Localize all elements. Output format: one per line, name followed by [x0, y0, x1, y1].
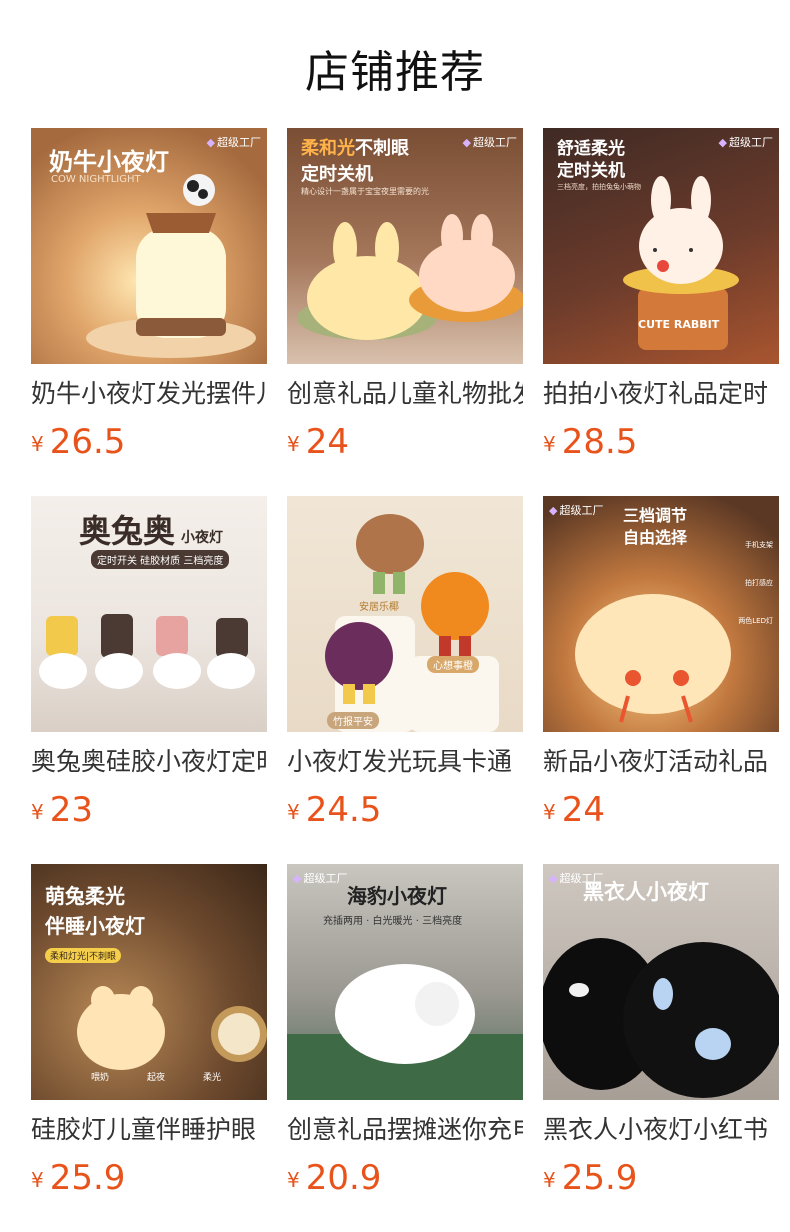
currency-symbol: ¥ [543, 800, 556, 824]
currency-symbol: ¥ [31, 1168, 44, 1192]
product-name[interactable]: 奶牛小夜灯发光摆件儿童 [31, 378, 267, 410]
product-name[interactable]: 小夜灯发光玩具卡通 [287, 746, 523, 778]
product-price: ¥25.9 [31, 1158, 267, 1204]
product-name[interactable]: 创意礼品摆摊迷你充电 [287, 1114, 523, 1146]
icon-night-waking: 起夜 [147, 1073, 166, 1083]
product-name[interactable]: 黑衣人小夜灯小红书 [543, 1114, 779, 1146]
price-value: 23 [49, 790, 93, 830]
product-image[interactable]: ◆ 超级工厂 黑衣人小夜灯 [543, 864, 779, 1100]
product-card[interactable]: ◆ 超级工厂 三档调节 自由选择 手机支架 拍打感应 两色LED灯 新品小夜灯活动… [543, 496, 779, 836]
figure-tag: 心想事橙 [427, 656, 479, 673]
figure-tag: 竹报平安 [327, 712, 379, 729]
sleepy-lamp-illustration [575, 594, 731, 723]
price-value: 20.9 [305, 1158, 382, 1198]
pot-label: CUTE RABBIT [638, 318, 720, 331]
product-card[interactable]: ◆超级工厂 奶牛小夜灯 COW NIGHTLIGHT 奶牛小夜灯发光摆件儿童 ¥… [31, 128, 267, 468]
product-price: ¥24 [287, 422, 523, 468]
currency-symbol: ¥ [287, 1168, 300, 1192]
product-image[interactable]: ◆ 超级工厂 奶牛小夜灯 COW NIGHTLIGHT [31, 128, 267, 364]
price-value: 24 [561, 790, 605, 830]
product-image[interactable]: ◆ 超级工厂 三档调节 自由选择 手机支架 拍打感应 两色LED灯 [543, 496, 779, 732]
product-image[interactable]: ◆ 超级工厂 舒适柔光 定时关机 三档亮度，拍拍兔兔小萌物 CUTE RABBIT [543, 128, 779, 364]
price-value: 24.5 [305, 790, 382, 830]
price-value: 25.9 [561, 1158, 638, 1198]
product-price: ¥23 [31, 790, 267, 836]
product-card[interactable]: ◆ 超级工厂 黑衣人小夜灯 黑衣人小夜灯小红书 ¥25.9 [543, 864, 779, 1204]
cow-lamp-illustration [86, 174, 256, 358]
product-card[interactable]: 萌兔柔光 伴睡小夜灯 柔和灯光|不刺眼 喂奶 起夜 柔光 硅胶灯儿童伴睡护眼 ¥… [31, 864, 267, 1204]
product-name[interactable]: 奥兔奥硅胶小夜灯定时 [31, 746, 267, 778]
product-price: ¥24.5 [287, 790, 523, 836]
product-name[interactable]: 新品小夜灯活动礼品 [543, 746, 779, 778]
product-name[interactable]: 创意礼品儿童礼物批发 [287, 378, 523, 410]
icon-soft-light: 柔光 [203, 1073, 222, 1083]
black-lamps-illustration [543, 938, 779, 1098]
page-title: 店铺推荐 [305, 47, 485, 98]
product-card[interactable]: 奥兔奥 小夜灯 定时开关 硅胶材质 三档亮度 奥兔奥硅胶小夜灯定时 ¥23 [31, 496, 267, 836]
product-card[interactable]: ◆ 超级工厂 柔和光不刺眼 定时关机 精心设计一盏属于宝宝夜里需要的光 创意礼品儿… [287, 128, 523, 468]
product-image[interactable]: 安居乐椰 心想事橙 竹报平安 [287, 496, 523, 732]
currency-symbol: ¥ [31, 800, 44, 824]
currency-symbol: ¥ [287, 432, 300, 456]
icon-nursing: 喂奶 [91, 1073, 110, 1083]
currency-symbol: ¥ [543, 1168, 556, 1192]
fruit-figures-illustration [325, 514, 499, 732]
bunny-lamp-illustration [77, 986, 267, 1070]
product-name[interactable]: 拍拍小夜灯礼品定时 [543, 378, 779, 410]
currency-symbol: ¥ [31, 432, 44, 456]
product-image[interactable]: 奥兔奥 小夜灯 定时开关 硅胶材质 三档亮度 [31, 496, 267, 732]
product-image[interactable]: 萌兔柔光 伴睡小夜灯 柔和灯光|不刺眼 喂奶 起夜 柔光 [31, 864, 267, 1100]
product-price: ¥26.5 [31, 422, 267, 468]
currency-symbol: ¥ [543, 432, 556, 456]
price-value: 24 [305, 422, 349, 462]
figure-tag: 安居乐椰 [359, 602, 399, 613]
product-card[interactable]: 安居乐椰 心想事橙 竹报平安 小夜灯发光玩具卡通 ¥24.5 [287, 496, 523, 836]
product-name[interactable]: 硅胶灯儿童伴睡护眼 [31, 1114, 267, 1146]
price-value: 28.5 [561, 422, 638, 462]
product-image[interactable]: ◆ 超级工厂 柔和光不刺眼 定时关机 精心设计一盏属于宝宝夜里需要的光 [287, 128, 523, 364]
seal-lamp-illustration [287, 964, 523, 1100]
product-price: ¥24 [543, 790, 779, 836]
product-image[interactable]: ◆ 超级工厂 海豹小夜灯 充插两用 · 白光暖光 · 三档亮度 [287, 864, 523, 1100]
product-price: ¥25.9 [543, 1158, 779, 1204]
product-card[interactable]: ◆ 超级工厂 海豹小夜灯 充插两用 · 白光暖光 · 三档亮度 创意礼品摆摊迷你充… [287, 864, 523, 1204]
price-value: 25.9 [49, 1158, 126, 1198]
price-value: 26.5 [49, 422, 126, 462]
product-price: ¥20.9 [287, 1158, 523, 1204]
product-card[interactable]: ◆ 超级工厂 舒适柔光 定时关机 三档亮度，拍拍兔兔小萌物 CUTE RABBIT… [543, 128, 779, 468]
product-price: ¥28.5 [543, 422, 779, 468]
bunny-lamps-illustration [297, 214, 523, 340]
bunny-lamps-illustration [39, 614, 255, 689]
currency-symbol: ¥ [287, 800, 300, 824]
